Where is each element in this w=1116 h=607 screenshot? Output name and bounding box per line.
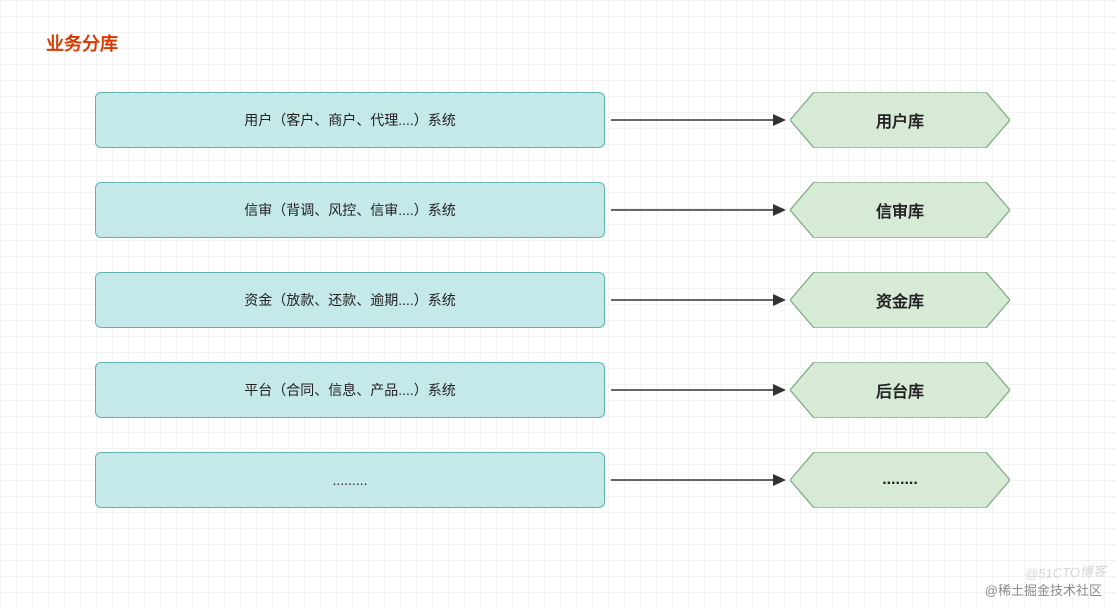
- database-hexagon: 用户库: [790, 92, 1010, 148]
- diagram-row: 用户（客户、商户、代理....）系统 用户库: [95, 92, 1015, 148]
- system-box: .........: [95, 452, 605, 508]
- database-label: 信审库: [876, 198, 924, 222]
- watermark-primary: @稀土掘金技术社区: [985, 580, 1102, 599]
- diagram-rows: 用户（客户、商户、代理....）系统 用户库 信审（背调、风控、信审....）系…: [95, 92, 1015, 542]
- diagram-row: 平台（合同、信息、产品....）系统 后台库: [95, 362, 1015, 418]
- system-box: 用户（客户、商户、代理....）系统: [95, 92, 605, 148]
- database-hexagon: 资金库: [790, 272, 1010, 328]
- diagram-row: 信审（背调、风控、信审....）系统 信审库: [95, 182, 1015, 238]
- database-hexagon: 信审库: [790, 182, 1010, 238]
- arrow-icon: [605, 182, 790, 238]
- database-label: 后台库: [876, 378, 924, 402]
- diagram-row: 资金（放款、还款、逾期....）系统 资金库: [95, 272, 1015, 328]
- database-label: 用户库: [876, 108, 924, 132]
- database-hexagon: ........: [790, 452, 1010, 508]
- arrow-icon: [605, 92, 790, 148]
- database-label: ........: [882, 471, 918, 489]
- diagram-row: ......... ........: [95, 452, 1015, 508]
- arrow-icon: [605, 272, 790, 328]
- system-box: 资金（放款、还款、逾期....）系统: [95, 272, 605, 328]
- arrow-icon: [605, 452, 790, 508]
- database-hexagon: 后台库: [790, 362, 1010, 418]
- diagram-title: 业务分库: [46, 30, 118, 56]
- arrow-icon: [605, 362, 790, 418]
- system-box: 平台（合同、信息、产品....）系统: [95, 362, 605, 418]
- database-label: 资金库: [876, 288, 924, 312]
- system-box: 信审（背调、风控、信审....）系统: [95, 182, 605, 238]
